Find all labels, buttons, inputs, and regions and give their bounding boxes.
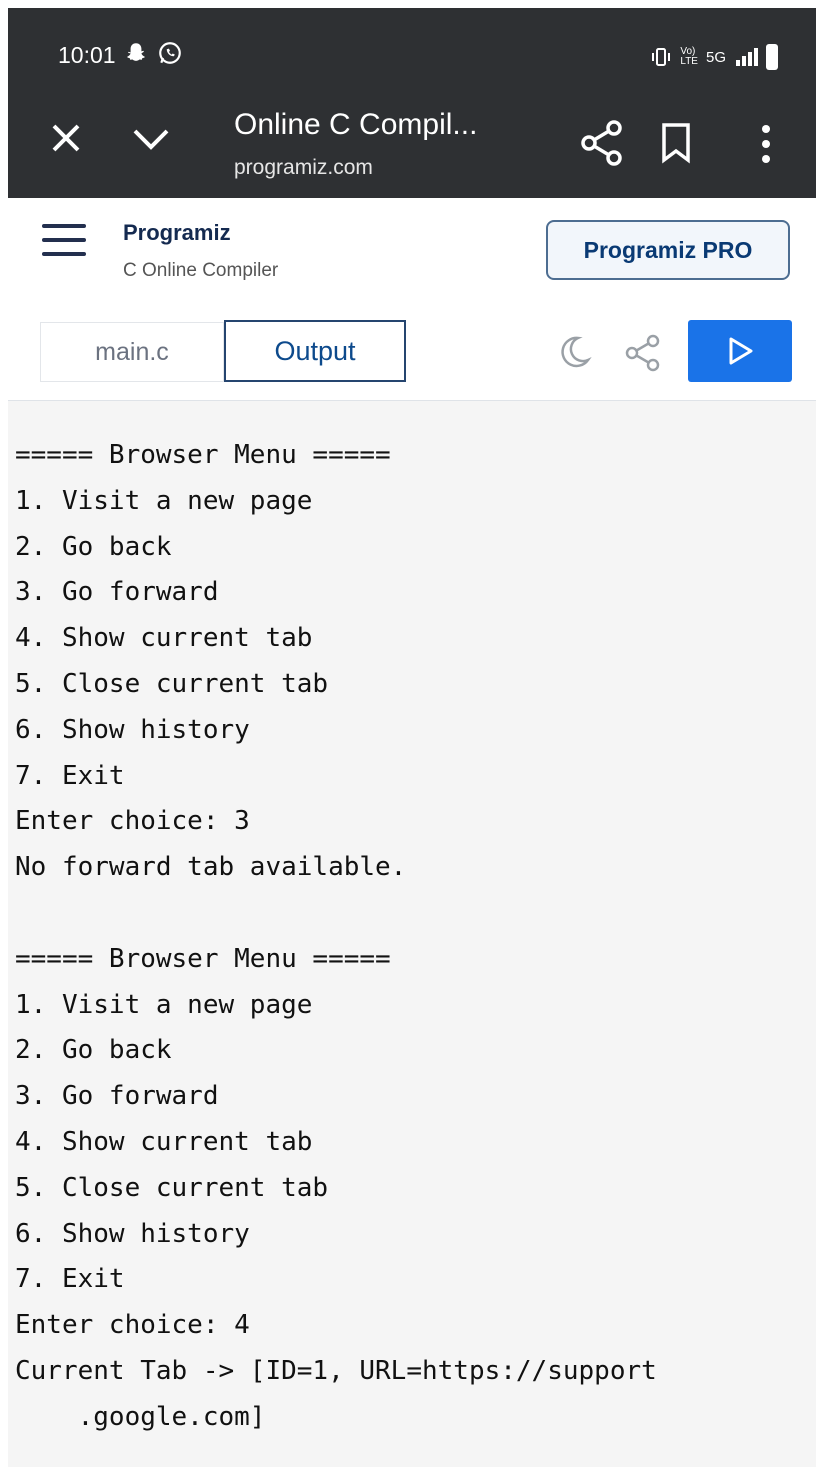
output-line: No forward tab available.: [15, 852, 407, 883]
tab-main-c[interactable]: main.c: [40, 322, 224, 382]
output-line: 4. Show current tab: [15, 623, 313, 654]
output-line: ===== Browser Menu =====: [15, 440, 391, 470]
programiz-logo[interactable]: Programiz: [123, 220, 231, 246]
output-line: 7. Exit: [15, 760, 125, 791]
output-line: ===== Browser Menu =====: [15, 943, 391, 974]
close-icon[interactable]: [48, 120, 84, 156]
status-time: 10:01: [58, 42, 116, 68]
vibrate-icon: [652, 48, 671, 66]
status-notification-icons: [123, 40, 183, 66]
bookmark-icon[interactable]: [660, 122, 692, 164]
editor-toolbar: main.c Output: [8, 302, 816, 401]
network-type: 5G: [705, 48, 726, 66]
output-line: 3. Go forward: [15, 577, 219, 608]
output-line: 2. Go back: [15, 531, 172, 562]
moon-icon[interactable]: [556, 334, 592, 370]
output-line: 5. Close current tab: [15, 1172, 329, 1203]
browser-top-bar: 10:01 Vo) LTE 5G Online C Compil... prog…: [8, 8, 816, 198]
output-line: 6. Show history: [15, 714, 250, 745]
chevron-down-icon[interactable]: [131, 126, 171, 152]
output-line: 5. Close current tab: [15, 668, 329, 699]
share-code-icon[interactable]: [624, 334, 662, 372]
output-line: .google.com]: [15, 1401, 266, 1432]
hamburger-icon[interactable]: [42, 224, 86, 266]
whatsapp-icon: [159, 42, 181, 64]
page-domain: programiz.com: [234, 156, 373, 179]
play-icon: [729, 337, 753, 365]
output-line: 6. Show history: [15, 1218, 250, 1249]
output-line: 1. Visit a new page: [15, 989, 313, 1020]
run-button[interactable]: [688, 320, 792, 382]
compiler-subtitle: C Online Compiler: [123, 260, 279, 281]
output-line: Current Tab -> [ID=1, URL=https://suppor…: [15, 1355, 657, 1386]
system-status-icons: Vo) LTE 5G: [650, 44, 778, 70]
volte-icon: Vo) LTE: [680, 46, 698, 67]
snapchat-icon: [127, 43, 145, 61]
site-header: Programiz C Online Compiler Programiz PR…: [8, 198, 816, 303]
output-console[interactable]: ===== Browser Menu ===== 1. Visit a new p…: [8, 401, 816, 1467]
tab-output[interactable]: Output: [224, 320, 406, 382]
output-line: Enter choice: 3: [15, 806, 250, 837]
more-vertical-icon[interactable]: [760, 124, 772, 164]
page-title: Online C Compil...: [234, 108, 478, 141]
output-line: Enter choice: 4: [15, 1310, 250, 1341]
output-line: 2. Go back: [15, 1035, 172, 1066]
output-line: 4. Show current tab: [15, 1126, 313, 1157]
signal-icon: [736, 48, 758, 66]
output-line: 1. Visit a new page: [15, 485, 313, 516]
output-line: 7. Exit: [15, 1264, 125, 1295]
share-icon[interactable]: [580, 120, 624, 166]
programiz-pro-button[interactable]: Programiz PRO: [546, 220, 790, 280]
battery-icon: [766, 44, 778, 70]
output-line: 3. Go forward: [15, 1081, 219, 1112]
